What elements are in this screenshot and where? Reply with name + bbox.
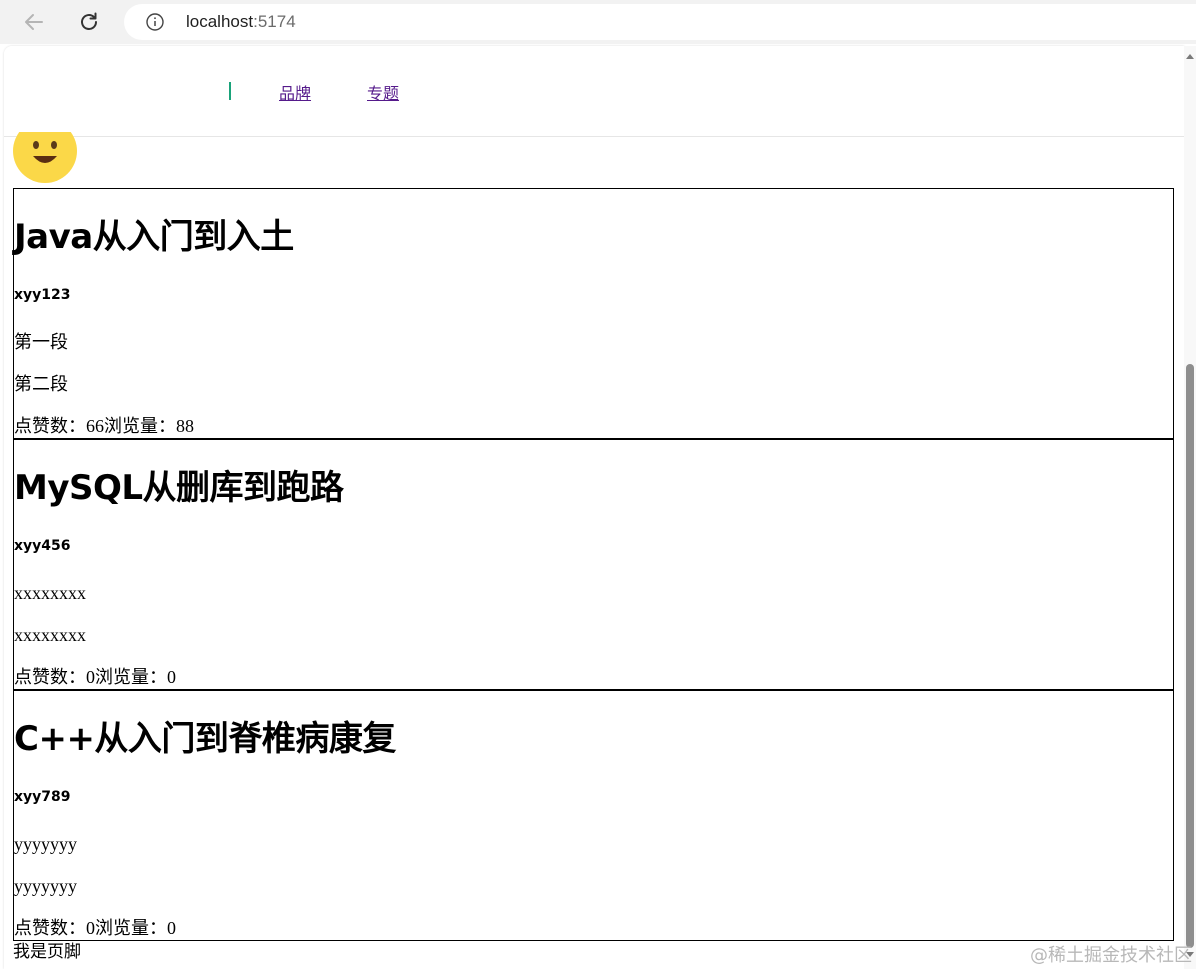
site-header: 品牌 专题: [4, 46, 1184, 137]
page-viewport: 品牌 专题 Java从入门到入土 xyy123 第一段 第二段 点赞数：66浏览…: [4, 46, 1184, 969]
url-host: localhost: [186, 12, 254, 31]
views-count: 0: [167, 918, 176, 938]
article-card: C++从入门到脊椎病康复 xyy789 yyyyyyy yyyyyyy 点赞数：…: [13, 690, 1174, 941]
views-label: 浏览量：: [95, 918, 167, 938]
article-author: xyy123: [14, 287, 71, 303]
scroll-up-arrow-icon[interactable]: [1186, 54, 1194, 59]
likes-count: 0: [86, 667, 95, 687]
nav-divider: [229, 82, 231, 100]
article-paragraph: 第一段: [14, 332, 68, 352]
views-label: 浏览量：: [95, 667, 167, 687]
article-paragraph: xxxxxxxx: [14, 625, 86, 645]
reload-button[interactable]: [74, 7, 104, 37]
vertical-scrollbar[interactable]: [1184, 46, 1196, 969]
back-button[interactable]: [19, 7, 49, 37]
smiley-emoji-icon: [12, 132, 78, 184]
article-stats: 点赞数：0浏览量：0: [14, 916, 176, 940]
nav-link-topic[interactable]: 专题: [367, 80, 399, 104]
article-author: xyy789: [14, 789, 71, 805]
watermark: @稀土掘金技术社区: [1030, 945, 1192, 966]
likes-label: 点赞数：: [14, 918, 86, 938]
reload-icon: [81, 12, 97, 30]
article-title: MySQL从删库到跑路: [14, 468, 344, 508]
article-author: xyy456: [14, 538, 71, 554]
arrow-left-icon: [25, 14, 43, 30]
likes-label: 点赞数：: [14, 416, 86, 436]
url-port: :5174: [253, 12, 296, 31]
address-bar[interactable]: localhost:5174: [124, 4, 1196, 40]
views-count: 88: [176, 416, 194, 436]
views-count: 0: [167, 667, 176, 687]
likes-count: 66: [86, 416, 104, 436]
nav-link-brand[interactable]: 品牌: [279, 80, 311, 104]
scrollbar-thumb[interactable]: [1186, 364, 1194, 948]
url-text[interactable]: localhost:5174: [186, 12, 296, 32]
page-footer: 我是页脚: [13, 942, 81, 961]
info-icon[interactable]: [146, 13, 164, 31]
article-stats: 点赞数：66浏览量：88: [14, 414, 194, 438]
article-card: Java从入门到入土 xyy123 第一段 第二段 点赞数：66浏览量：88: [13, 188, 1174, 439]
article-card: MySQL从删库到跑路 xyy456 xxxxxxxx xxxxxxxx 点赞数…: [13, 439, 1174, 690]
likes-label: 点赞数：: [14, 667, 86, 687]
article-stats: 点赞数：0浏览量：0: [14, 665, 176, 689]
article-paragraph: yyyyyyy: [14, 834, 77, 854]
views-label: 浏览量：: [104, 416, 176, 436]
article-title: C++从入门到脊椎病康复: [14, 719, 396, 759]
article-title: Java从入门到入土: [14, 217, 294, 257]
likes-count: 0: [86, 918, 95, 938]
browser-toolbar: localhost:5174: [0, 0, 1196, 44]
article-paragraph: 第二段: [14, 374, 68, 394]
article-paragraph: xxxxxxxx: [14, 583, 86, 603]
article-paragraph: yyyyyyy: [14, 876, 77, 896]
